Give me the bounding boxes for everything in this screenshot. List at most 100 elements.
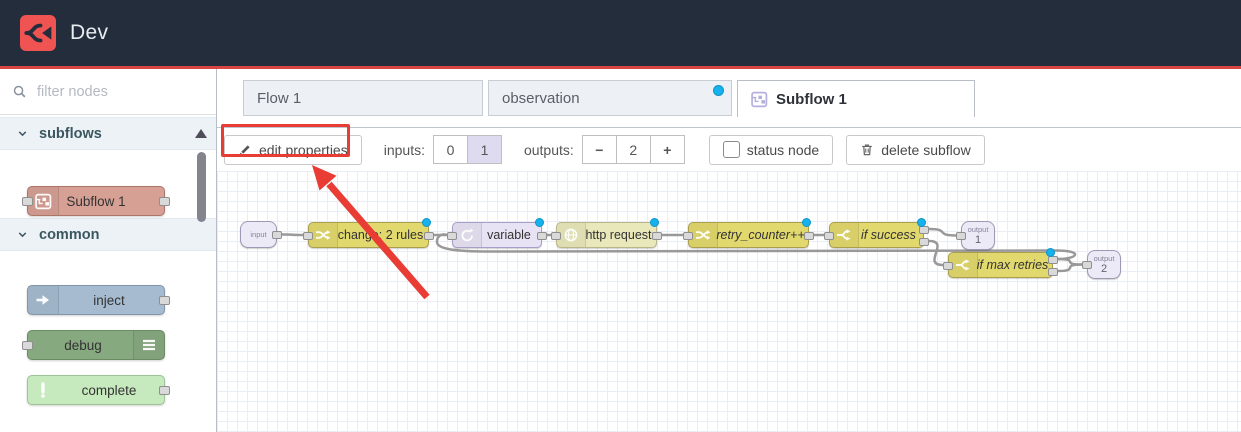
palette-search — [0, 69, 216, 115]
flow-wire-ifsuccess-to-out1[interactable] — [928, 227, 957, 237]
shuffle-icon — [309, 223, 338, 247]
scroll-up-arrow[interactable] — [195, 129, 207, 138]
input-port[interactable] — [1082, 261, 1092, 269]
app-title: Dev — [70, 21, 109, 44]
flow-node-ifsuccess[interactable]: if success — [824, 218, 929, 248]
flow-node-http[interactable]: http request — [551, 218, 662, 248]
input-port[interactable] — [551, 232, 561, 240]
input-port[interactable] — [22, 341, 33, 350]
modified-indicator — [422, 218, 431, 227]
io-node-label: input — [250, 230, 267, 239]
output-port[interactable] — [272, 231, 282, 239]
flow-node-label: if max retries — [976, 258, 1049, 272]
subflow-icon — [751, 91, 768, 108]
output-port[interactable] — [159, 296, 170, 305]
outputs-decrease-button[interactable]: − — [581, 135, 617, 164]
status-node-button[interactable]: status node — [708, 134, 834, 165]
io-node-number: 1 — [974, 234, 982, 246]
tab-label: Flow 1 — [257, 89, 302, 107]
flow-node-input[interactable]: input — [240, 221, 282, 248]
edit-properties-button[interactable]: edit properties — [224, 134, 362, 165]
palette-node-inject[interactable]: inject — [27, 285, 170, 315]
output-port[interactable] — [1048, 268, 1058, 276]
flow-node-label: retry_counter++ — [716, 228, 805, 242]
flow-wires — [281, 227, 1083, 273]
flow-node-retry[interactable]: retry_counter++ — [683, 218, 814, 248]
inputs-label: inputs: — [383, 141, 425, 158]
flow-node-change1[interactable]: change: 2 rules — [303, 218, 434, 248]
outputs-increase-button[interactable]: + — [649, 135, 685, 164]
output-port[interactable] — [919, 226, 929, 234]
input-port[interactable] — [956, 232, 966, 240]
palette-section-header-subflows[interactable]: subflows — [0, 117, 216, 150]
inputs-0-button[interactable]: 0 — [432, 135, 468, 164]
output-port[interactable] — [919, 238, 929, 246]
chevron-down-icon — [16, 228, 29, 241]
node-red-editor: Dev subflows Subflow 1 common inject debug co… — [0, 0, 1241, 432]
io-node-label: output — [1093, 254, 1115, 263]
flow-canvas[interactable]: input change: 2 rules variable http request… — [217, 171, 1241, 432]
status-node-checkbox[interactable] — [722, 141, 740, 158]
output-port[interactable] — [537, 232, 547, 240]
palette-node-label: Subflow 1 — [66, 193, 126, 209]
input-port[interactable] — [824, 232, 834, 240]
output-port[interactable] — [159, 386, 170, 395]
pencil-icon — [238, 143, 252, 157]
palette-node-complete[interactable]: complete — [27, 375, 170, 405]
workspace: Flow 1 observation Subflow 1 edit proper… — [217, 69, 1241, 432]
button-label: edit properties — [259, 141, 348, 158]
flow-node-ifmax[interactable]: if max retries — [943, 248, 1058, 278]
timer-icon — [453, 223, 482, 247]
delete-subflow-button[interactable]: delete subflow — [846, 134, 985, 165]
tab-flow-1[interactable]: Flow 1 — [243, 80, 483, 116]
node-red-logo-icon — [20, 15, 56, 51]
palette-node-debug[interactable]: debug — [22, 330, 165, 360]
filter-nodes-input[interactable] — [35, 82, 199, 101]
scrollbar-thumb[interactable] — [197, 152, 206, 222]
trash-icon — [860, 142, 874, 157]
flow-wire-ifmax-to-out2[interactable] — [1057, 263, 1083, 273]
flow-node-out1[interactable]: output 1 — [956, 221, 995, 250]
flow-node-label: http request — [585, 228, 652, 242]
output-port[interactable] — [652, 232, 662, 240]
output-port[interactable] — [804, 232, 814, 240]
flow-node-variable[interactable]: variable — [447, 218, 547, 248]
output-port[interactable] — [159, 197, 170, 206]
input-port[interactable] — [22, 197, 33, 206]
outputs-label: outputs: — [523, 141, 574, 158]
input-port[interactable] — [447, 232, 457, 240]
input-port[interactable] — [683, 232, 693, 240]
palette-sections: subflows Subflow 1 common inject debug comple… — [0, 117, 216, 405]
palette-section-header-common[interactable]: common — [0, 218, 216, 251]
tab-subflow-1[interactable]: Subflow 1 — [737, 80, 975, 117]
input-port[interactable] — [303, 232, 313, 240]
app-header: Dev — [0, 0, 1241, 69]
flow-wire-ifsuccess-to-ifmax[interactable] — [928, 239, 944, 267]
inputs-1-button[interactable]: 1 — [466, 135, 502, 164]
modified-indicator — [917, 218, 926, 227]
flow-node-label: if success — [861, 228, 916, 242]
palette-section-common: inject debug complete — [0, 285, 216, 405]
flow-wire-input-to-change1[interactable] — [281, 233, 304, 237]
tab-label: Subflow 1 — [776, 90, 847, 108]
io-node-number: 2 — [1100, 263, 1108, 275]
switch-icon — [949, 253, 978, 277]
input-port[interactable] — [943, 262, 953, 270]
output-port[interactable] — [1048, 256, 1058, 264]
tab-observation[interactable]: observation — [488, 80, 732, 116]
palette-node-subflow1[interactable]: Subflow 1 — [22, 186, 170, 216]
section-label: common — [39, 226, 100, 243]
palette-node-label: inject — [93, 292, 125, 308]
globe-icon — [557, 223, 586, 247]
modified-indicator — [535, 218, 544, 227]
flow-node-out2[interactable]: output 2 — [1082, 250, 1121, 279]
section-label: subflows — [39, 125, 102, 142]
tab-label: observation — [502, 89, 580, 107]
modified-indicator — [802, 218, 811, 227]
output-port[interactable] — [424, 232, 434, 240]
modified-indicator — [1046, 248, 1055, 257]
button-label: delete subflow — [881, 141, 971, 158]
flow-node-label: change: 2 rules — [337, 228, 424, 242]
palette-sidebar: subflows Subflow 1 common inject debug comple… — [0, 69, 217, 432]
inputs-segment: 0 1 — [432, 135, 502, 164]
